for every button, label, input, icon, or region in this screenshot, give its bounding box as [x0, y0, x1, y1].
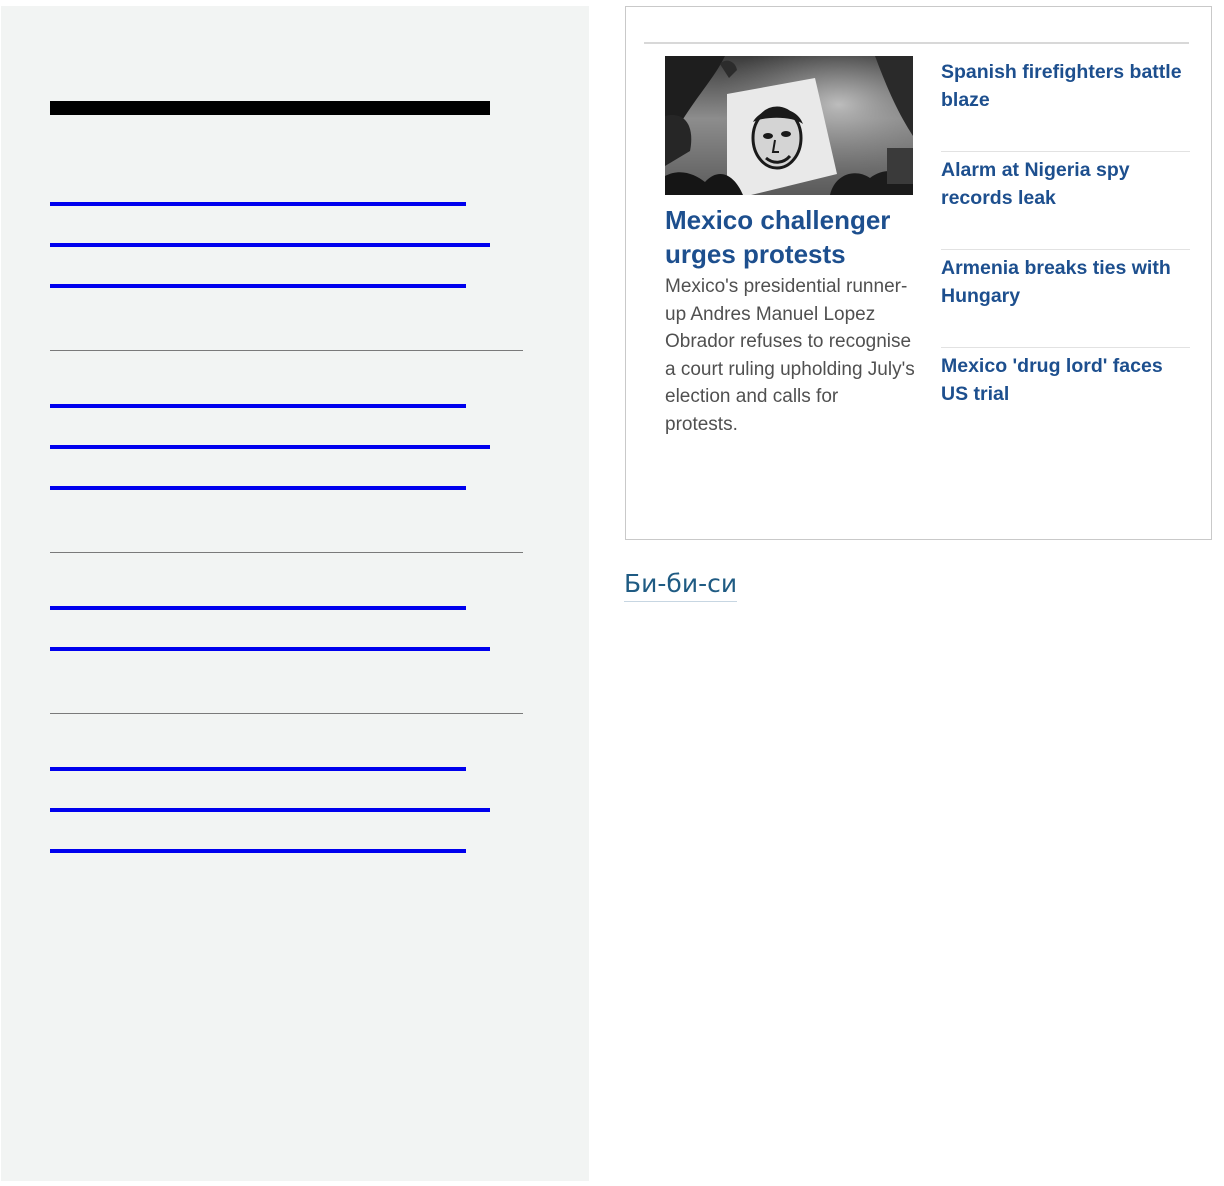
side-story-link[interactable]: Armenia breaks ties with Hungary: [941, 251, 1190, 310]
side-story-link[interactable]: Mexico 'drug lord' faces US trial: [941, 349, 1190, 408]
news-widget: Mexico challenger urges protests Mexico'…: [625, 6, 1212, 540]
sidebar-link-placeholder[interactable]: [50, 486, 466, 490]
sidebar-link-placeholder[interactable]: [50, 808, 490, 812]
lead-story-headline[interactable]: Mexico challenger urges protests: [665, 203, 915, 271]
attribution-link[interactable]: Би-би-си: [624, 567, 738, 602]
sidebar-divider: [50, 713, 523, 714]
sidebar-link-placeholder[interactable]: [50, 243, 490, 247]
sidebar-link-placeholder[interactable]: [50, 445, 490, 449]
side-stories-list: Spanish firefighters battle blaze Alarm …: [941, 55, 1190, 447]
protest-photo-image: [665, 56, 913, 195]
sidebar-link-placeholder[interactable]: [50, 849, 466, 853]
sidebar-divider: [50, 552, 523, 553]
sidebar-heading-placeholder: [50, 101, 490, 115]
sidebar-link-placeholder[interactable]: [50, 284, 466, 288]
sidebar-link-placeholder[interactable]: [50, 202, 466, 206]
sidebar-link-placeholder[interactable]: [50, 404, 466, 408]
side-story-link[interactable]: Alarm at Nigeria spy records leak: [941, 153, 1190, 212]
widget-top-rule: [644, 42, 1189, 44]
sidebar-link-placeholder[interactable]: [50, 606, 466, 610]
side-story-item: Armenia breaks ties with Hungary: [941, 251, 1190, 348]
side-story-link[interactable]: Spanish firefighters battle blaze: [941, 55, 1190, 114]
sidebar-link-placeholder[interactable]: [50, 647, 490, 651]
lead-story-summary: Mexico's presidential runner-up Andres M…: [665, 276, 915, 435]
sidebar-placeholder: [1, 6, 589, 1181]
sidebar-divider: [50, 350, 523, 351]
lead-story-photo[interactable]: [665, 56, 913, 195]
side-story-item: Spanish firefighters battle blaze: [941, 55, 1190, 152]
sidebar-link-placeholder[interactable]: [50, 767, 466, 771]
side-story-item: Alarm at Nigeria spy records leak: [941, 153, 1190, 250]
side-story-item: Mexico 'drug lord' faces US trial: [941, 349, 1190, 446]
